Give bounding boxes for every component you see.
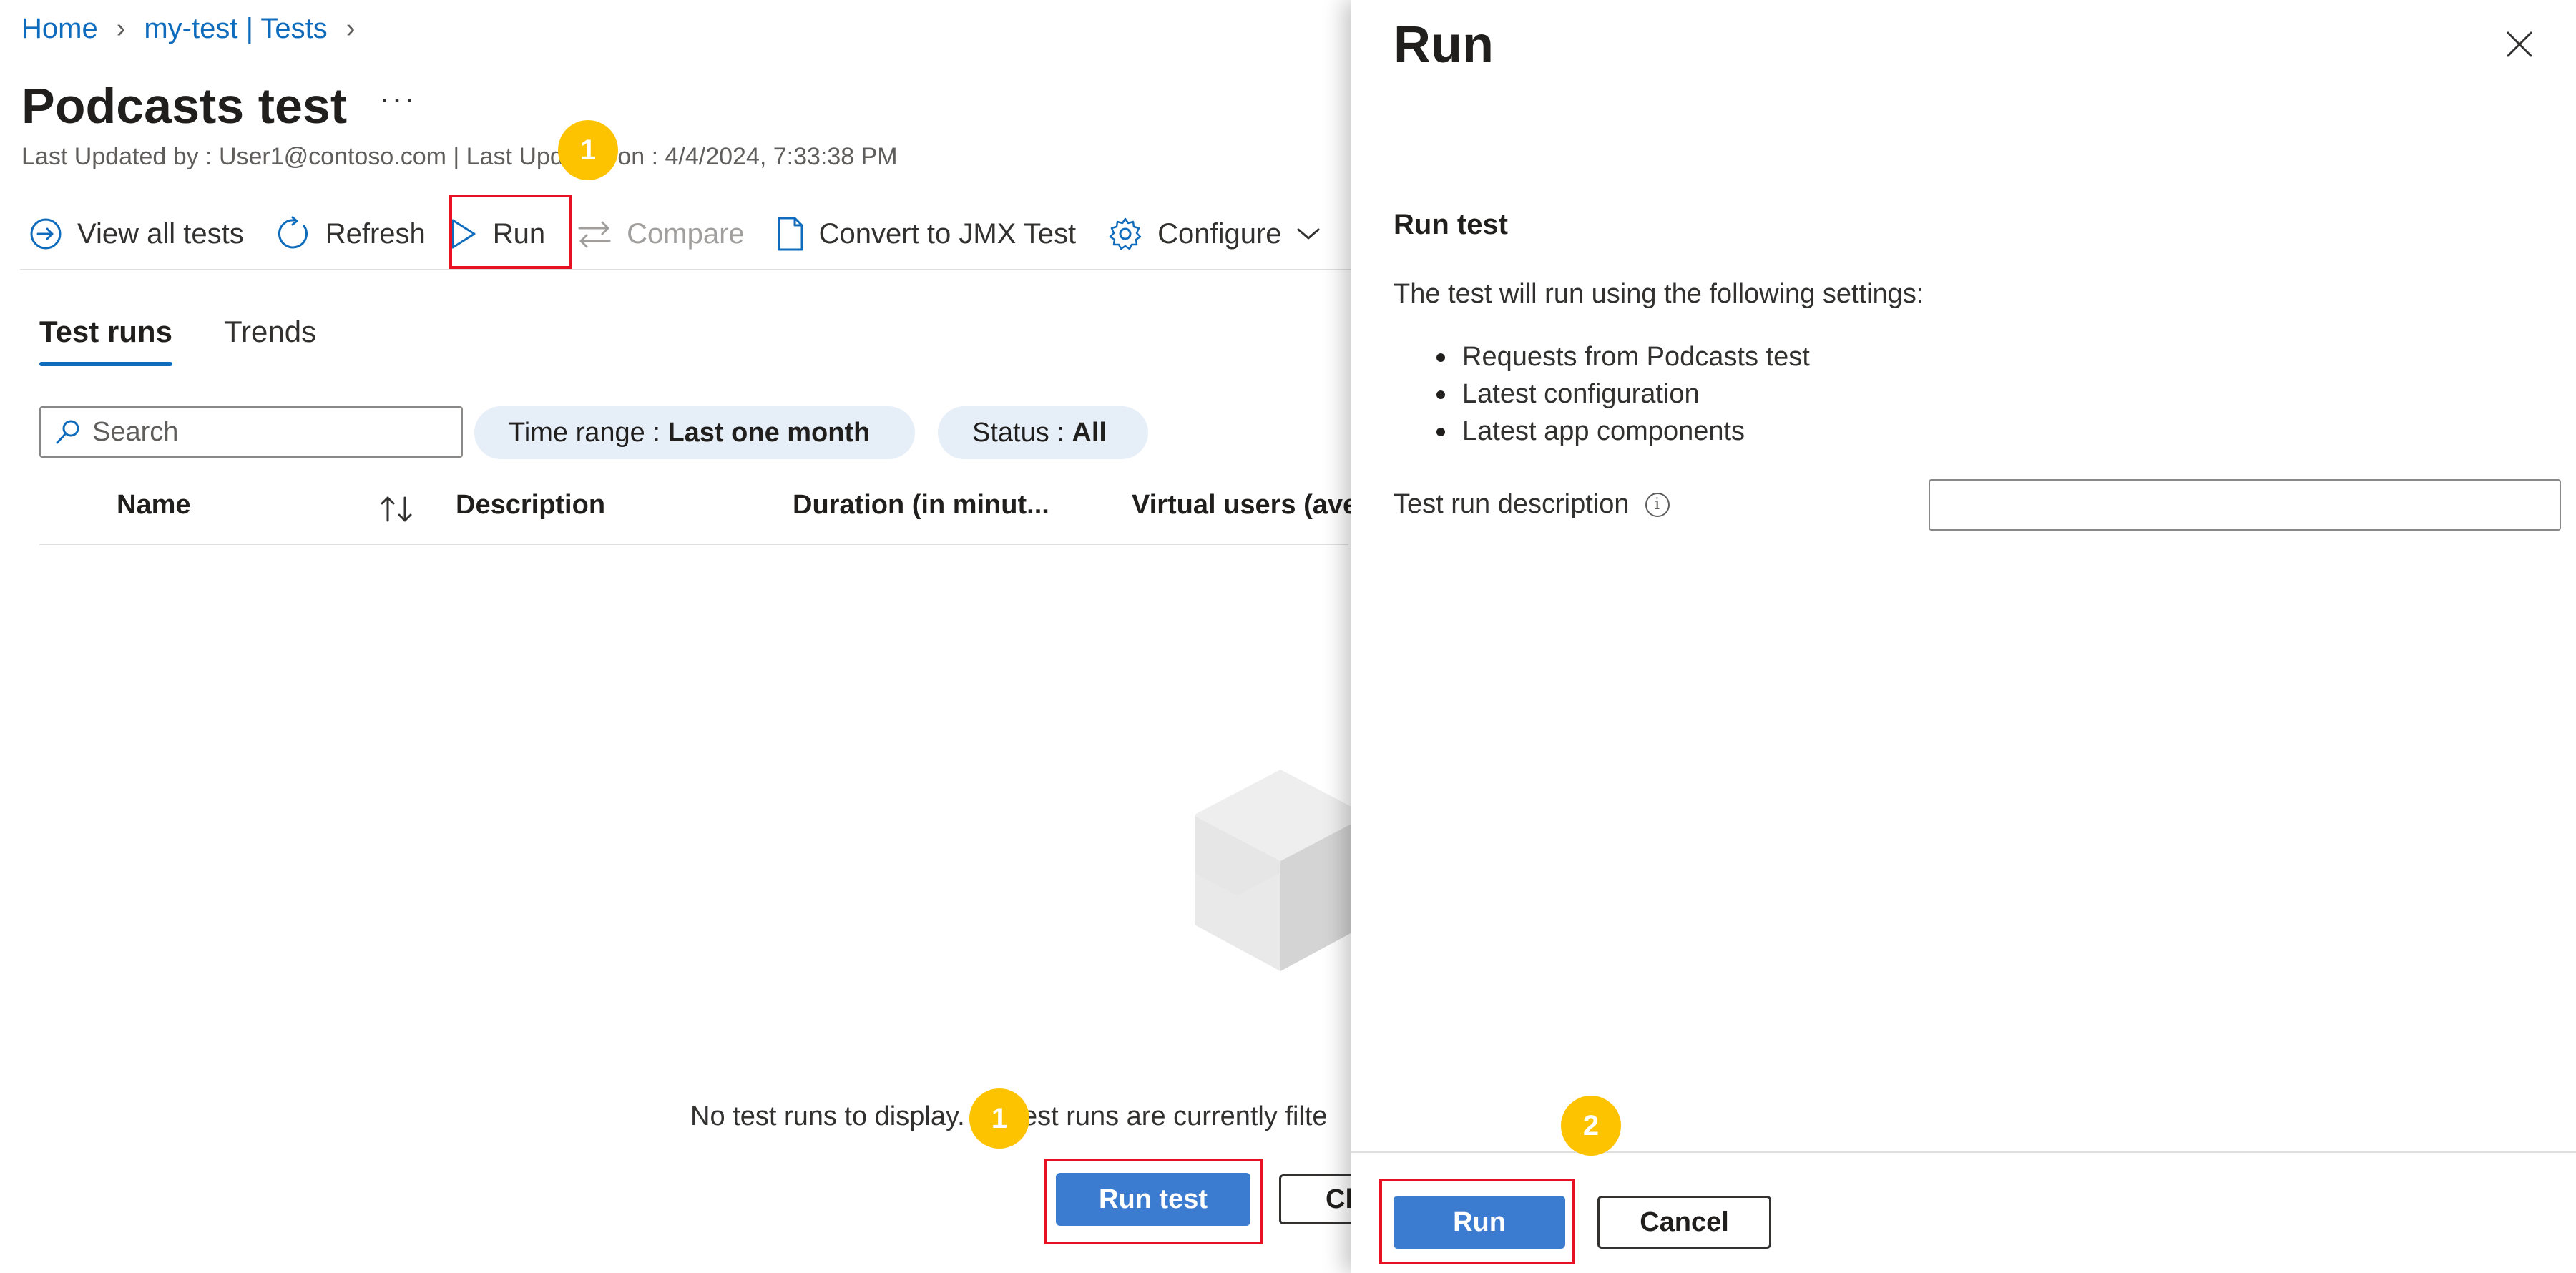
chevron-right-icon: › (116, 14, 126, 44)
list-item: Latest configuration (1436, 379, 1810, 410)
arrow-circle-right-icon (30, 218, 62, 250)
callout-step-1-toolbar: 1 (558, 120, 618, 180)
view-all-tests-label: View all tests (77, 217, 244, 250)
page-title: Podcasts test (21, 78, 348, 134)
list-item: Latest app components (1436, 416, 1810, 447)
convert-to-jmx-button[interactable]: Convert to JMX Test (776, 202, 1076, 266)
close-icon[interactable] (2504, 29, 2535, 60)
column-header-virtual-users[interactable]: Virtual users (ave (1132, 490, 1358, 521)
status-label: Status : (972, 417, 1072, 448)
tab-list: Test runs Trends (39, 315, 316, 366)
info-icon[interactable]: i (1645, 492, 1670, 517)
tab-test-runs[interactable]: Test runs (39, 315, 172, 366)
more-options-button[interactable]: ··· (379, 79, 416, 117)
clear-filters-label: Cl (1326, 1184, 1353, 1214)
panel-footer-divider (1351, 1151, 2576, 1153)
gear-icon (1109, 217, 1142, 250)
description-label-text: Test run description (1394, 489, 1630, 519)
compare-arrows-icon (578, 221, 611, 248)
status-filter[interactable]: Status : All (938, 406, 1148, 459)
search-placeholder: Search (92, 416, 179, 447)
configure-button[interactable]: Configure (1107, 202, 1320, 266)
refresh-label: Refresh (325, 217, 426, 250)
time-range-label: Time range : (509, 417, 668, 448)
run-test-button[interactable]: Run test (1056, 1173, 1250, 1226)
panel-run-button[interactable]: Run (1394, 1196, 1565, 1249)
compare-label: Compare (627, 217, 745, 250)
sort-icon[interactable] (378, 492, 416, 526)
settings-intro: The test will run using the following se… (1394, 279, 1924, 309)
list-item: Requests from Podcasts test (1436, 342, 1810, 373)
time-range-filter[interactable]: Time range : Last one month (474, 406, 915, 459)
search-input[interactable]: Search (39, 406, 463, 458)
panel-cancel-button[interactable]: Cancel (1597, 1196, 1771, 1249)
column-header-duration[interactable]: Duration (in minut... (793, 490, 1049, 521)
toolbar-divider (20, 269, 1351, 270)
last-updated-text: Last Updated by : User1@contoso.com | La… (21, 143, 898, 170)
panel-title: Run (1394, 16, 1494, 74)
test-run-description-field[interactable] (1929, 479, 2561, 531)
callout-step-2: 2 (1561, 1096, 1621, 1156)
status-value: All (1072, 417, 1107, 448)
refresh-icon (278, 216, 308, 249)
compare-button[interactable]: Compare (577, 202, 745, 266)
settings-list: Requests from Podcasts test Latest confi… (1436, 342, 1810, 453)
callout-step-1-empty-state: 1 (969, 1088, 1029, 1149)
grid-header-divider (39, 544, 1348, 545)
view-all-tests-button[interactable]: View all tests (29, 202, 244, 266)
run-test-heading: Run test (1394, 209, 1508, 240)
run-panel: Run Run test The test will run using the… (1351, 0, 2576, 1273)
configure-label: Configure (1157, 217, 1282, 250)
document-icon (778, 217, 803, 251)
convert-label: Convert to JMX Test (818, 217, 1077, 250)
breadcrumb-home[interactable]: Home (21, 13, 98, 45)
command-bar: View all tests Refresh Run Compare Conve… (29, 202, 1352, 266)
breadcrumb: Home › my-test | Tests › (21, 13, 355, 45)
refresh-button[interactable]: Refresh (275, 202, 426, 266)
chevron-down-icon (1297, 228, 1320, 240)
column-header-name[interactable]: Name (117, 490, 191, 521)
column-header-description[interactable]: Description (456, 490, 605, 521)
run-highlight-box (449, 195, 572, 269)
tab-trends[interactable]: Trends (224, 315, 316, 366)
test-run-description-label: Test run description i (1394, 489, 1670, 520)
search-icon (56, 420, 79, 444)
breadcrumb-tests[interactable]: my-test | Tests (144, 13, 327, 45)
chevron-right-icon: › (346, 14, 356, 44)
time-range-value: Last one month (667, 417, 871, 448)
